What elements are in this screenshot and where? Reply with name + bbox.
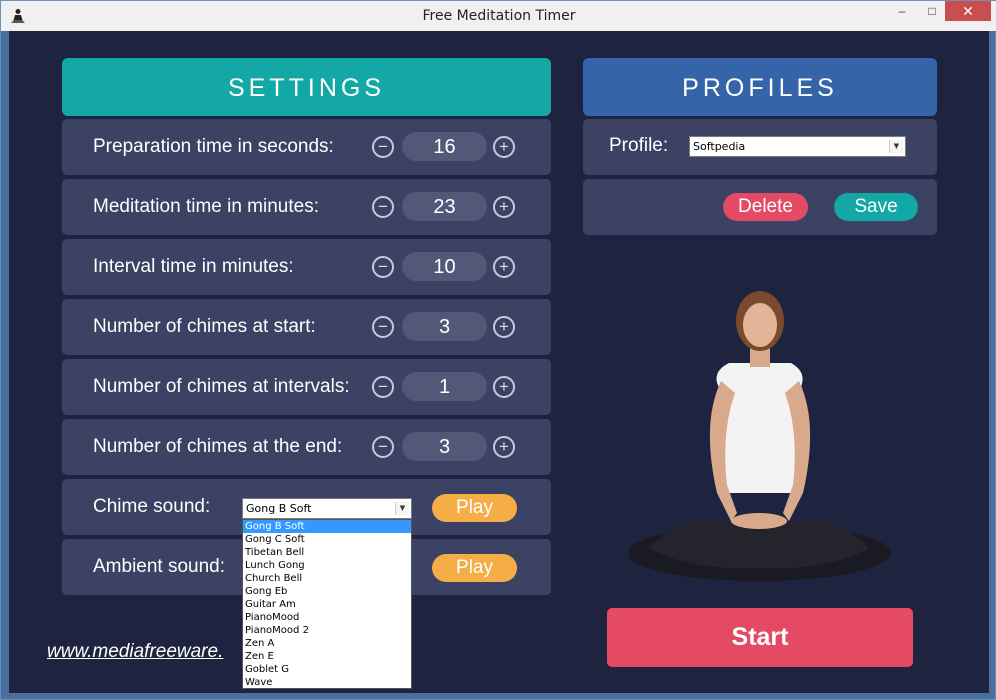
- maximize-button[interactable]: □: [919, 1, 945, 21]
- increment-button[interactable]: +: [493, 316, 515, 338]
- profile-select[interactable]: Softpedia ▼: [689, 136, 906, 157]
- start-button[interactable]: Start: [607, 608, 913, 667]
- decrement-button[interactable]: −: [372, 136, 394, 158]
- increment-button[interactable]: +: [493, 376, 515, 398]
- decrement-button[interactable]: −: [372, 316, 394, 338]
- chime-sound-label: Chime sound:: [93, 496, 211, 517]
- dropdown-option[interactable]: Gong C Soft: [243, 533, 411, 546]
- increment-button[interactable]: +: [493, 436, 515, 458]
- interval-time-label: Interval time in minutes:: [93, 256, 294, 277]
- meditation-time-label: Meditation time in minutes:: [93, 196, 319, 217]
- dropdown-option[interactable]: Lunch Gong: [243, 559, 411, 572]
- app-window: Free Meditation Timer – □ ✕ SETTINGS PRO…: [0, 0, 996, 700]
- decrement-button[interactable]: −: [372, 256, 394, 278]
- profile-actions-row: Delete Save: [583, 179, 937, 235]
- dropdown-option[interactable]: PianoMood: [243, 611, 411, 624]
- chimes-start-value[interactable]: 3: [402, 312, 487, 341]
- chimes-end-row: Number of chimes at the end: − 3 +: [62, 419, 551, 475]
- increment-button[interactable]: +: [493, 196, 515, 218]
- delete-button[interactable]: Delete: [723, 193, 808, 221]
- dropdown-option[interactable]: Goblet G: [243, 663, 411, 676]
- close-button[interactable]: ✕: [945, 1, 991, 21]
- preparation-time-row: Preparation time in seconds: − 16 +: [62, 119, 551, 175]
- dropdown-option[interactable]: Zen E: [243, 650, 411, 663]
- dropdown-option[interactable]: Wave: [243, 676, 411, 689]
- chimes-start-row: Number of chimes at start: − 3 +: [62, 299, 551, 355]
- chime-sound-dropdown-list[interactable]: Gong B Soft Gong C Soft Tibetan Bell Lun…: [242, 519, 412, 689]
- increment-button[interactable]: +: [493, 136, 515, 158]
- chimes-intervals-value[interactable]: 1: [402, 372, 487, 401]
- minimize-button[interactable]: –: [889, 1, 915, 21]
- profile-selected: Softpedia: [693, 140, 746, 153]
- preparation-time-label: Preparation time in seconds:: [93, 136, 334, 157]
- meditation-figure-image: [629, 291, 891, 581]
- chimes-start-label: Number of chimes at start:: [93, 316, 316, 337]
- website-link[interactable]: www.mediafreeware.: [47, 641, 223, 663]
- decrement-button[interactable]: −: [372, 436, 394, 458]
- title-bar[interactable]: Free Meditation Timer – □ ✕: [1, 1, 996, 31]
- profiles-header: PROFILES: [583, 58, 937, 116]
- window-title: Free Meditation Timer: [422, 8, 576, 24]
- dropdown-option[interactable]: Gong B Soft: [243, 520, 411, 533]
- interval-time-row: Interval time in minutes: − 10 +: [62, 239, 551, 295]
- profile-row: Profile: Softpedia ▼: [583, 119, 937, 175]
- dropdown-option[interactable]: Guitar Am: [243, 598, 411, 611]
- interval-time-value[interactable]: 10: [402, 252, 487, 281]
- dropdown-option[interactable]: Tibetan Bell: [243, 546, 411, 559]
- dropdown-option[interactable]: Gong Eb: [243, 585, 411, 598]
- chimes-intervals-row: Number of chimes at intervals: − 1 +: [62, 359, 551, 415]
- dropdown-option[interactable]: Church Bell: [243, 572, 411, 585]
- chimes-end-value[interactable]: 3: [402, 432, 487, 461]
- chime-sound-selected: Gong B Soft: [246, 502, 312, 515]
- increment-button[interactable]: +: [493, 256, 515, 278]
- chevron-down-icon[interactable]: ▼: [889, 140, 903, 153]
- dropdown-option[interactable]: PianoMood 2: [243, 624, 411, 637]
- profile-label: Profile:: [609, 135, 669, 156]
- settings-header: SETTINGS: [62, 58, 551, 116]
- save-button[interactable]: Save: [834, 193, 918, 221]
- dropdown-option[interactable]: Zen A: [243, 637, 411, 650]
- chime-play-button[interactable]: Play: [432, 494, 517, 522]
- chevron-down-icon[interactable]: ▼: [395, 502, 409, 515]
- chimes-intervals-label: Number of chimes at intervals:: [93, 376, 350, 397]
- decrement-button[interactable]: −: [372, 376, 394, 398]
- meditation-time-row: Meditation time in minutes: − 23 +: [62, 179, 551, 235]
- app-content: SETTINGS PROFILES Preparation time in se…: [9, 31, 989, 693]
- ambient-sound-label: Ambient sound:: [93, 556, 226, 577]
- decrement-button[interactable]: −: [372, 196, 394, 218]
- chime-sound-select[interactable]: Gong B Soft ▼: [242, 498, 412, 519]
- preparation-time-value[interactable]: 16: [402, 132, 487, 161]
- ambient-play-button[interactable]: Play: [432, 554, 517, 582]
- chimes-end-label: Number of chimes at the end:: [93, 436, 343, 457]
- meditation-time-value[interactable]: 23: [402, 192, 487, 221]
